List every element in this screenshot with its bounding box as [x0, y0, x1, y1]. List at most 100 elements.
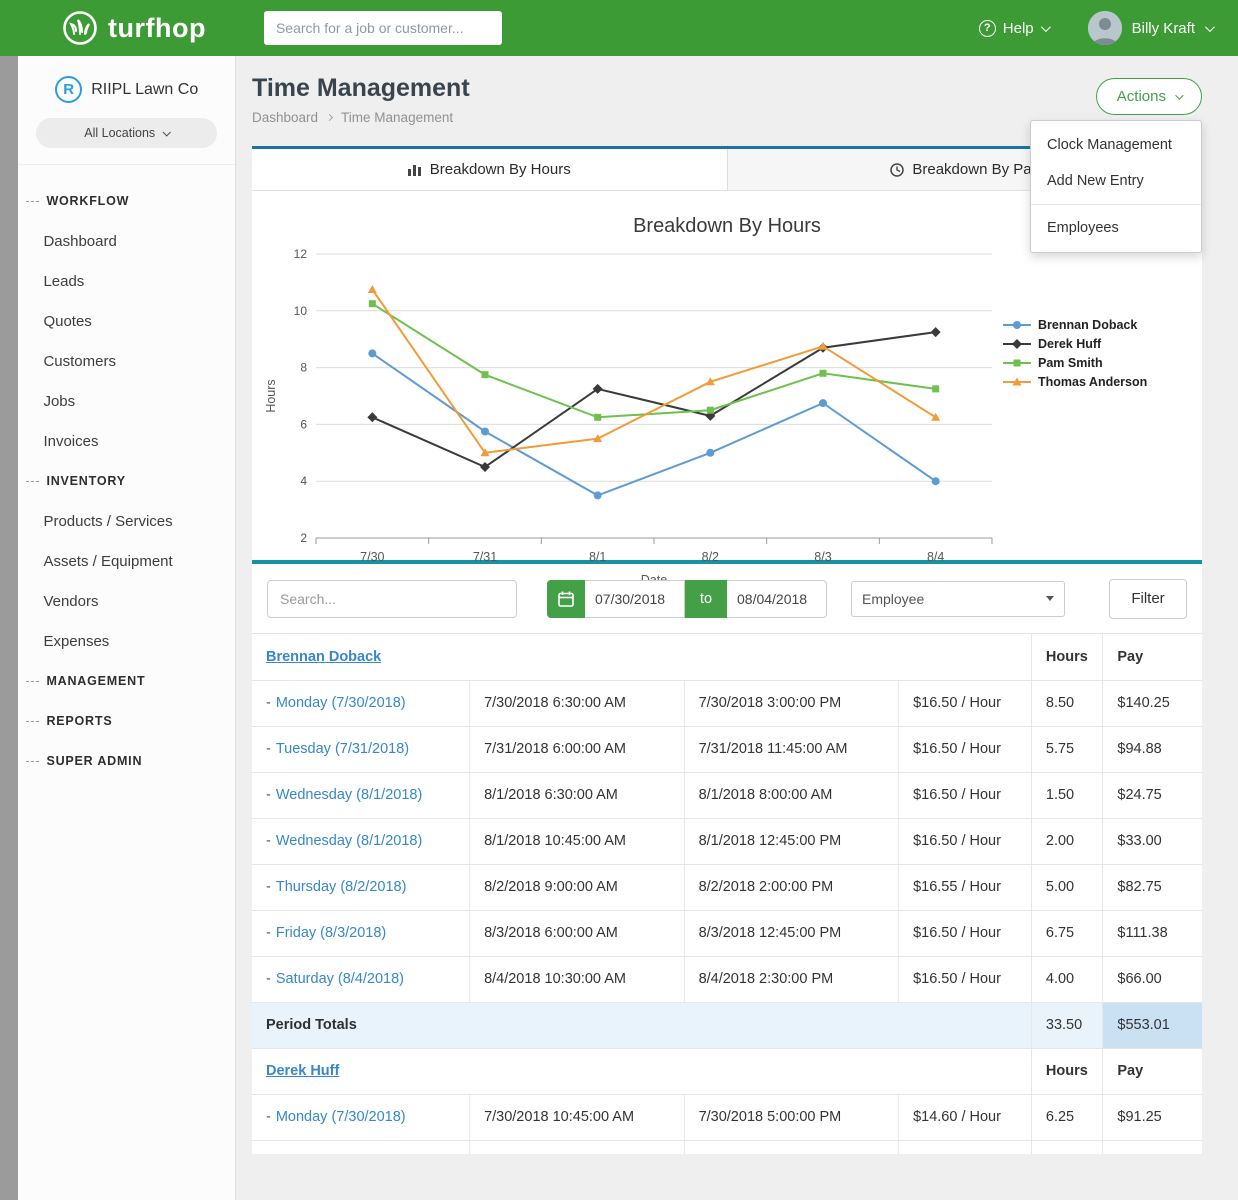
row-dash: -	[266, 741, 271, 757]
sidebar-item-dashboard[interactable]: Dashboard	[18, 221, 235, 261]
brand-name: turfhop	[108, 13, 206, 44]
entry-pay: $94.88	[1103, 726, 1202, 772]
date-to-input[interactable]	[727, 580, 827, 618]
tree-dash-icon	[26, 481, 39, 482]
legend-item[interactable]: Thomas Anderson	[1002, 375, 1192, 389]
table-row-partial	[252, 1140, 1202, 1154]
entry-hours: 8.50	[1031, 680, 1103, 726]
legend-marker-icon	[1002, 376, 1032, 388]
sidebar-item-products-services[interactable]: Products / Services	[18, 501, 235, 541]
sidebar-item-expenses[interactable]: Expenses	[18, 621, 235, 661]
page-title: Time Management	[252, 74, 1202, 103]
legend-item[interactable]: Brennan Doback	[1002, 318, 1192, 332]
sidebar-section-management[interactable]: MANAGEMENT	[18, 661, 235, 701]
chevron-down-icon	[1205, 22, 1215, 32]
tree-dash-icon	[26, 201, 39, 202]
legend-label: Derek Huff	[1038, 337, 1101, 351]
entry-pay: $66.00	[1103, 956, 1202, 1002]
sidebar-item-assets-equipment[interactable]: Assets / Equipment	[18, 541, 235, 581]
entry-hours: 2.00	[1031, 818, 1103, 864]
table-search-input[interactable]	[267, 580, 517, 618]
sidebar-section-reports[interactable]: REPORTS	[18, 701, 235, 741]
sidebar-nav: WORKFLOW Dashboard Leads Quotes Customer…	[18, 165, 235, 781]
chevron-down-icon	[163, 128, 171, 136]
entry-end: 8/1/2018 12:45:00 PM	[684, 818, 899, 864]
entry-pay: $82.75	[1103, 864, 1202, 910]
entry-day-link[interactable]: Friday (8/3/2018)	[276, 925, 386, 941]
clock-icon	[890, 163, 904, 177]
calendar-button[interactable]	[547, 580, 585, 618]
employee-link[interactable]: Derek Huff	[266, 1063, 339, 1079]
pay-column-header: Pay	[1103, 634, 1202, 680]
grass-logo-icon	[62, 10, 98, 46]
svg-text:8/3: 8/3	[814, 550, 831, 564]
menu-item-employees[interactable]: Employees	[1031, 210, 1201, 246]
sidebar-item-quotes[interactable]: Quotes	[18, 301, 235, 341]
pay-column-header: Pay	[1103, 1048, 1202, 1094]
row-dash: -	[266, 695, 271, 711]
date-from-input[interactable]	[585, 580, 685, 618]
left-rail	[0, 56, 18, 1200]
locations-dropdown[interactable]: All Locations	[36, 118, 217, 148]
entry-day-link[interactable]: Saturday (8/4/2018)	[276, 971, 404, 987]
sidebar-item-invoices[interactable]: Invoices	[18, 421, 235, 461]
entry-hours: 6.25	[1031, 1094, 1103, 1140]
entry-day-link[interactable]: Wednesday (8/1/2018)	[276, 833, 422, 849]
menu-item-add-new-entry[interactable]: Add New Entry	[1031, 163, 1201, 199]
sidebar-section-inventory[interactable]: INVENTORY	[18, 461, 235, 501]
menu-item-clock-management[interactable]: Clock Management	[1031, 127, 1201, 163]
calendar-icon	[558, 591, 574, 607]
entry-day-link[interactable]: Tuesday (7/31/2018)	[276, 741, 409, 757]
help-menu[interactable]: ? Help	[979, 20, 1048, 37]
global-search-input[interactable]	[264, 11, 502, 45]
legend-item[interactable]: Pam Smith	[1002, 356, 1192, 370]
sidebar-section-workflow[interactable]: WORKFLOW	[18, 181, 235, 221]
actions-dropdown-menu: Clock Management Add New Entry Employees	[1030, 120, 1202, 253]
breadcrumb-dashboard[interactable]: Dashboard	[252, 110, 318, 125]
row-dash: -	[266, 971, 271, 987]
company-header: R RIIPL Lawn Co	[36, 76, 217, 103]
entry-rate: $16.50 / Hour	[899, 910, 1032, 956]
help-label: Help	[1003, 20, 1034, 37]
sidebar-item-jobs[interactable]: Jobs	[18, 381, 235, 421]
entry-start: 8/2/2018 9:00:00 AM	[470, 864, 685, 910]
turfhop-logo[interactable]: turfhop	[62, 10, 206, 46]
section-label: MANAGEMENT	[46, 674, 145, 688]
user-menu[interactable]: Billy Kraft	[1088, 11, 1212, 45]
entry-start: 8/1/2018 10:45:00 AM	[470, 818, 685, 864]
legend-item[interactable]: Derek Huff	[1002, 337, 1192, 351]
table-row: -Monday (7/30/2018) 7/30/2018 6:30:00 AM…	[252, 680, 1202, 726]
entry-rate: $16.50 / Hour	[899, 956, 1032, 1002]
sidebar-item-customers[interactable]: Customers	[18, 341, 235, 381]
svg-text:8: 8	[300, 361, 307, 375]
actions-button[interactable]: Actions	[1096, 78, 1202, 115]
row-dash: -	[266, 787, 271, 803]
sidebar-item-leads[interactable]: Leads	[18, 261, 235, 301]
entry-day-link[interactable]: Thursday (8/2/2018)	[276, 879, 407, 895]
entry-end: 8/2/2018 2:00:00 PM	[684, 864, 899, 910]
entry-day-link[interactable]: Monday (7/30/2018)	[276, 695, 406, 711]
entry-start: 8/3/2018 6:00:00 AM	[470, 910, 685, 956]
entry-day-link[interactable]: Wednesday (8/1/2018)	[276, 787, 422, 803]
tab-breakdown-by-hours[interactable]: Breakdown By Hours	[252, 149, 727, 190]
employee-select[interactable]: Employee	[851, 581, 1065, 617]
entry-day-link[interactable]: Monday (7/30/2018)	[276, 1109, 406, 1125]
svg-text:4: 4	[300, 474, 307, 488]
section-label: REPORTS	[46, 714, 112, 728]
user-name: Billy Kraft	[1132, 20, 1195, 37]
sidebar-item-vendors[interactable]: Vendors	[18, 581, 235, 621]
section-label: INVENTORY	[46, 474, 125, 488]
row-dash: -	[266, 879, 271, 895]
date-range-to-label: to	[685, 580, 727, 618]
filter-button[interactable]: Filter	[1109, 579, 1187, 619]
sidebar-section-super-admin[interactable]: SUPER ADMIN	[18, 741, 235, 781]
entry-pay: $33.00	[1103, 818, 1202, 864]
table-row: -Monday (7/30/2018) 7/30/2018 10:45:00 A…	[252, 1094, 1202, 1140]
entry-rate: $16.50 / Hour	[899, 772, 1032, 818]
employee-link[interactable]: Brennan Doback	[266, 649, 381, 665]
entry-end: 7/31/2018 11:45:00 AM	[684, 726, 899, 772]
entry-hours: 6.75	[1031, 910, 1103, 956]
entry-hours: 4.00	[1031, 956, 1103, 1002]
top-header: turfhop ? Help Billy Kraft	[0, 0, 1238, 56]
entry-rate: $16.50 / Hour	[899, 818, 1032, 864]
